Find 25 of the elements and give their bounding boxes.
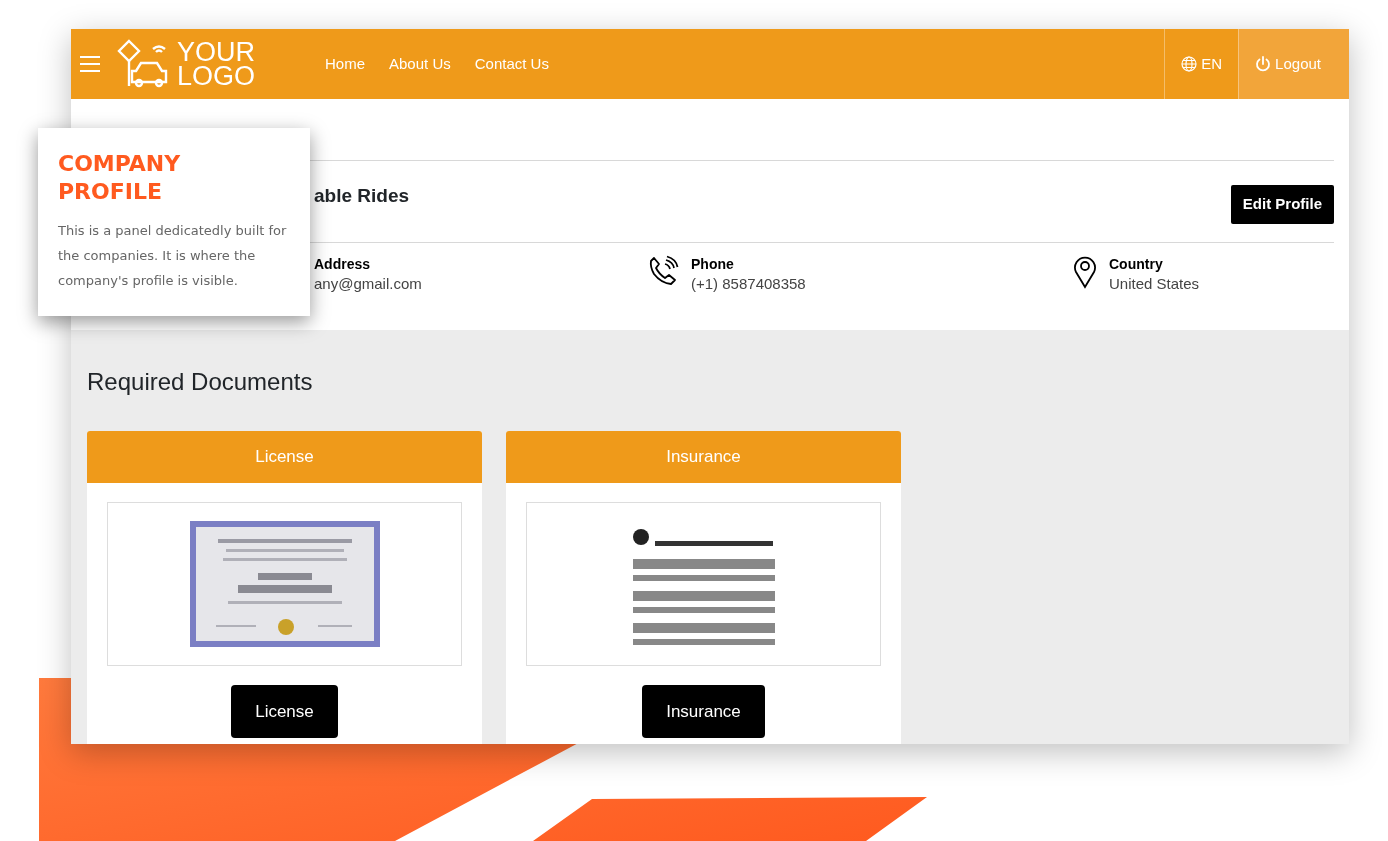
info-value: United States [1109,274,1200,294]
section-title: Required Documents [87,368,314,397]
globe-icon [1181,56,1198,72]
info-value: (+1) 8587408358 [691,274,806,294]
section-title: able Rides [314,185,410,208]
card-header: License [87,430,482,483]
info-label: Country [1109,255,1164,274]
callout-title: COMPANY PROFILE [58,150,182,206]
power-icon [1255,56,1272,72]
info-value: any@gmail.com [314,274,422,294]
card-header: Insurance [506,430,901,483]
nav-link[interactable]: Home [325,52,365,76]
info-label: Address [314,255,372,274]
callout-text: This is a panel dedicatedly built for the companies. It is where the company's profile is visible. [58,222,288,290]
location-pin-icon [1073,255,1097,289]
nav-link[interactable]: About Us [389,52,451,76]
logout-button[interactable]: Logout [1238,29,1349,99]
edit-profile-button[interactable]: Edit Profile [1230,185,1334,224]
document-button[interactable]: Insurance [642,684,765,739]
nav-link[interactable]: Contact Us [474,52,549,76]
document-button[interactable]: License [231,684,338,739]
logo-text: YOUR LOGO [177,40,257,88]
menu-icon[interactable] [79,55,101,73]
info-label: Phone [691,255,735,274]
phone-icon [647,255,679,287]
